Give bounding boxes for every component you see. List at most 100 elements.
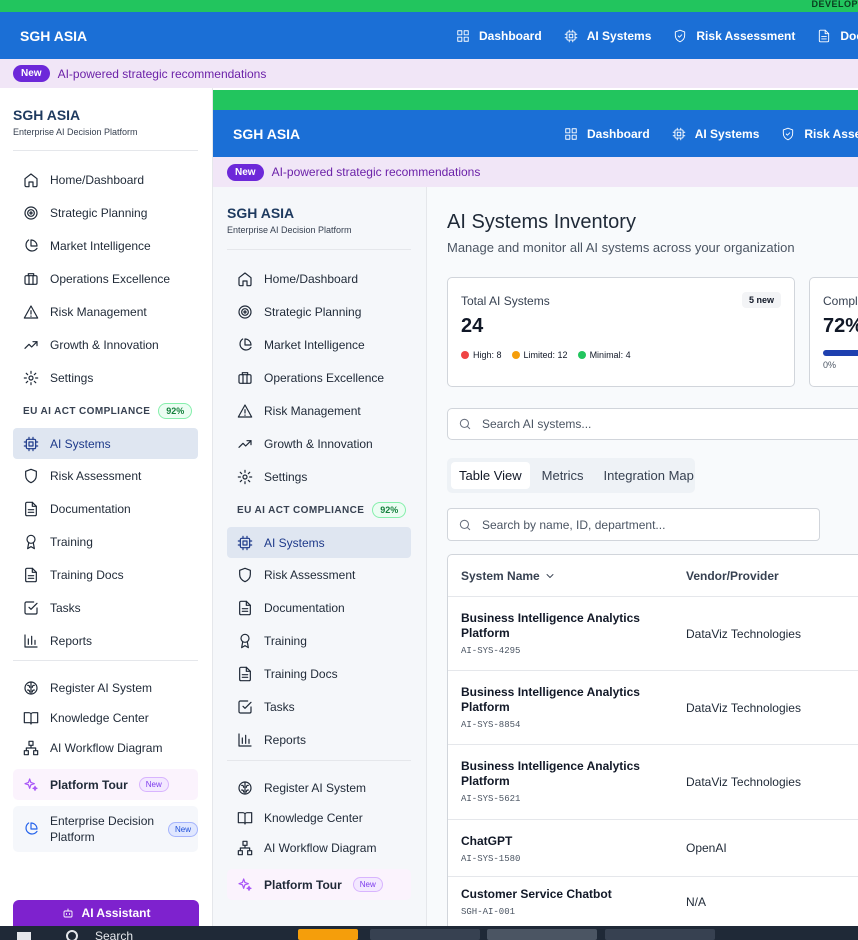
sidebar-item-strategic-planning[interactable]: Strategic Planning [227, 295, 411, 328]
inner-dev-banner [213, 90, 858, 110]
sidebar-tools: Register AI System Knowledge Center AI W… [0, 661, 212, 763]
book-icon [23, 710, 39, 726]
new-tag: New [138, 777, 169, 792]
system-id: AI-SYS-8854 [461, 720, 521, 730]
search-ai-systems-input[interactable]: Search AI systems... [447, 408, 858, 440]
nav-risk-assessment[interactable]: Risk Assessment [673, 29, 795, 43]
announcement-text[interactable]: AI-powered strategic recommendations [58, 67, 267, 81]
tab-integration-map[interactable]: Integration Map [596, 462, 702, 489]
compliance-section-header: EU AI ACT COMPLIANCE 92% [227, 495, 411, 525]
taskbar-app[interactable] [605, 929, 715, 940]
taskbar-search-label[interactable]: Search [95, 930, 133, 940]
sidebar-brand[interactable]: SGH ASIA [13, 107, 212, 123]
sidebar-item-growth[interactable]: Growth & Innovation [227, 427, 411, 460]
sidebar-item-label: Home/Dashboard [50, 172, 145, 187]
sidebar-item-register-ai[interactable]: Register AI System [13, 673, 198, 703]
inner-nav-ai-systems[interactable]: AI Systems [672, 126, 760, 141]
platform-tour-label: Platform Tour [50, 777, 128, 792]
sidebar-item-risk-assessment[interactable]: Risk Assessment [13, 459, 198, 492]
sidebar-item-ai-systems[interactable]: AI Systems [227, 527, 411, 558]
table-search-input[interactable]: Search by name, ID, department... [447, 508, 820, 541]
sidebar-item-training-docs[interactable]: Training Docs [13, 558, 198, 591]
sidebar-brand[interactable]: SGH ASIA [227, 205, 426, 221]
table-row[interactable]: Business Intelligence Analytics Platform… [448, 597, 858, 671]
card-value: 72% [823, 315, 858, 337]
sidebar-item-ai-systems[interactable]: AI Systems [13, 428, 198, 459]
brain-icon [237, 780, 253, 796]
table-row[interactable]: Business Intelligence Analytics Platform… [448, 671, 858, 745]
sidebar-item-documentation[interactable]: Documentation [13, 492, 198, 525]
sidebar-item-market-intelligence[interactable]: Market Intelligence [227, 328, 411, 361]
inner-app-logo[interactable]: SGH ASIA [233, 126, 300, 142]
sidebar-item-tasks[interactable]: Tasks [13, 591, 198, 624]
table-row[interactable]: Customer Service Chatbot SGH-AI-001 N/A [448, 877, 858, 926]
inner-nav-ai-systems-label: AI Systems [694, 126, 760, 141]
sidebar-item-settings[interactable]: Settings [13, 361, 198, 394]
inner-sidebar-tools: Register AI System Knowledge Center AI W… [213, 761, 426, 863]
nav-dashboard[interactable]: Dashboard [456, 29, 542, 43]
tab-table-view[interactable]: Table View [451, 462, 530, 489]
sidebar-item-training[interactable]: Training [13, 525, 198, 558]
system-id: AI-SYS-1580 [461, 854, 521, 864]
sidebar-item-market-intelligence[interactable]: Market Intelligence [13, 229, 198, 262]
table-row[interactable]: ChatGPT AI-SYS-1580 OpenAI [448, 820, 858, 877]
workflow-icon [23, 740, 39, 756]
trending-up-icon [237, 436, 253, 452]
outer-sidebar: SGH ASIA Enterprise AI Decision Platform… [0, 88, 213, 926]
vendor-cell: N/A [686, 895, 707, 909]
taskbar-app[interactable] [487, 929, 597, 940]
taskbar-app[interactable] [370, 929, 480, 940]
compliance-card[interactable]: Compli 72% 0% [809, 277, 858, 387]
inner-nav-dashboard[interactable]: Dashboard [564, 127, 650, 141]
sidebar-item-label: Strategic Planning [264, 304, 362, 319]
risk-minimal: Minimal: 4 [577, 350, 631, 360]
nav-documentation[interactable]: Docu [817, 29, 858, 43]
sidebar-item-home[interactable]: Home/Dashboard [13, 163, 198, 196]
sidebar-item-workflow-diagram[interactable]: AI Workflow Diagram [13, 733, 198, 763]
sidebar-item-operations[interactable]: Operations Excellence [227, 361, 411, 394]
ai-assistant-button[interactable]: AI Assistant [13, 900, 199, 926]
sidebar-item-risk-management[interactable]: Risk Management [227, 394, 411, 427]
platform-tour-button[interactable]: Platform Tour New [13, 769, 198, 800]
compliance-section-header: EU AI ACT COMPLIANCE 92% [13, 396, 198, 426]
sidebar-item-reports[interactable]: Reports [227, 723, 411, 756]
platform-tour-button[interactable]: Platform Tour New [227, 869, 411, 900]
search-icon [458, 417, 472, 431]
sidebar-item-knowledge-center[interactable]: Knowledge Center [227, 803, 411, 833]
sparkles-icon [23, 777, 39, 793]
taskbar-app[interactable] [298, 929, 358, 940]
sidebar-item-documentation[interactable]: Documentation [227, 591, 411, 624]
tab-metrics[interactable]: Metrics [534, 462, 592, 489]
sidebar-item-risk-assessment[interactable]: Risk Assessment [227, 558, 411, 591]
nav-ai-systems[interactable]: AI Systems [564, 29, 651, 43]
sidebar-item-training[interactable]: Training [227, 624, 411, 657]
sidebar-item-risk-management[interactable]: Risk Management [13, 295, 198, 328]
table-row[interactable]: Business Intelligence Analytics Platform… [448, 745, 858, 820]
sidebar-item-settings[interactable]: Settings [227, 460, 411, 493]
checkbox-icon [237, 699, 253, 715]
sidebar-item-register-ai[interactable]: Register AI System [227, 773, 411, 803]
sidebar-item-reports[interactable]: Reports [13, 624, 198, 657]
sidebar-item-operations[interactable]: Operations Excellence [13, 262, 198, 295]
sidebar-item-growth[interactable]: Growth & Innovation [13, 328, 198, 361]
sidebar-item-home[interactable]: Home/Dashboard [227, 262, 411, 295]
sidebar-item-strategic-planning[interactable]: Strategic Planning [13, 196, 198, 229]
sidebar-item-knowledge-center[interactable]: Knowledge Center [13, 703, 198, 733]
app-logo[interactable]: SGH ASIA [20, 28, 87, 44]
inner-nav-risk-assessment[interactable]: Risk Assessment [781, 127, 858, 141]
sidebar-item-training-docs[interactable]: Training Docs [227, 657, 411, 690]
column-header-vendor[interactable]: Vendor/Provider [686, 555, 779, 596]
search-placeholder: Search AI systems... [482, 417, 592, 431]
enterprise-decision-platform-link[interactable]: Enterprise Decision Platform New [13, 806, 198, 852]
column-label: System Name [461, 568, 540, 583]
new-tag: New [352, 877, 383, 892]
sidebar-item-label: Market Intelligence [264, 337, 365, 352]
total-systems-card[interactable]: Total AI Systems 5 new 24 High: 8 Limite… [447, 277, 795, 387]
announcement-text[interactable]: AI-powered strategic recommendations [272, 165, 481, 179]
card-label: Compli [823, 294, 858, 308]
document-icon [237, 666, 253, 682]
column-header-system-name[interactable]: System Name [461, 555, 556, 596]
start-icon[interactable] [17, 932, 31, 940]
sidebar-item-workflow-diagram[interactable]: AI Workflow Diagram [227, 833, 411, 863]
sidebar-item-tasks[interactable]: Tasks [227, 690, 411, 723]
